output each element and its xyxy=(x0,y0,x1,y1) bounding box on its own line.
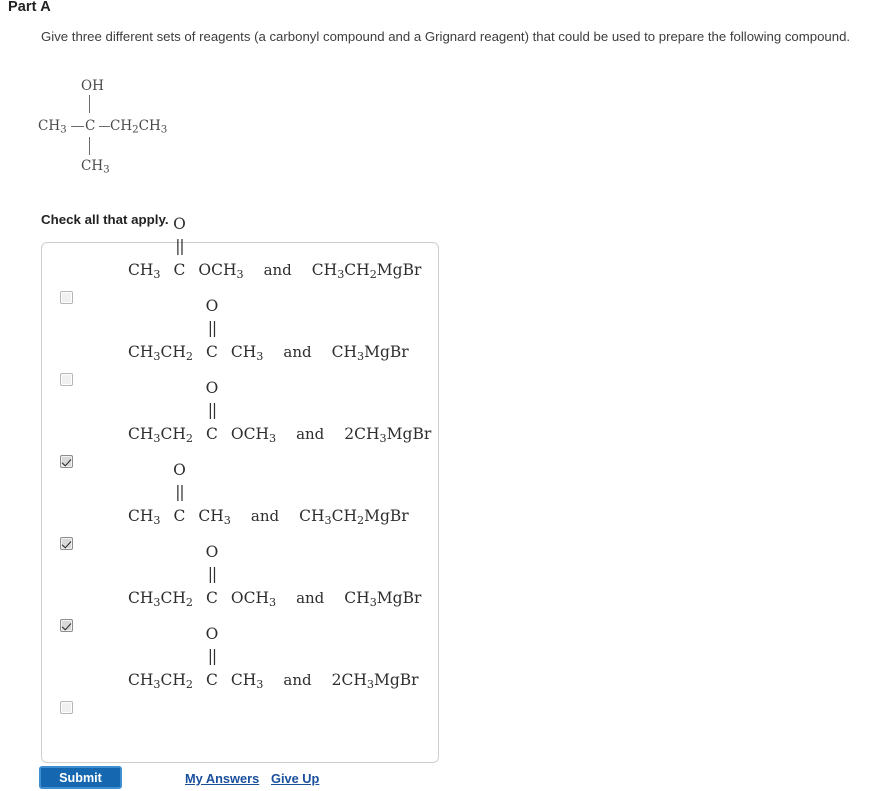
formula-left-group: CH3CH2 xyxy=(128,671,193,691)
formula-carbon: C xyxy=(173,261,186,279)
formula-conjunction: and xyxy=(283,343,312,361)
option-formula-3: CH3CH2 O || C OCH3 and 2CH3MgBr xyxy=(128,380,432,445)
formula-carbonyl: O || C xyxy=(173,216,186,279)
formula-left-group: CH3CH2 xyxy=(128,425,193,445)
formula-carbonyl: O || C xyxy=(206,544,219,607)
option-checkbox-1[interactable] xyxy=(60,291,73,304)
option-row[interactable]: CH3CH2 O || C OCH3 and CH3MgBr xyxy=(42,544,438,659)
formula-grignard: CH3MgBr xyxy=(331,343,409,363)
option-formula-4: CH3 O || C CH3 and CH3CH2MgBr xyxy=(128,462,409,527)
formula-grignard: 2CH3MgBr xyxy=(331,671,419,691)
question-prompt: Give three different sets of reagents (a… xyxy=(41,29,851,44)
formula-right-group: CH3 xyxy=(230,343,264,363)
formula-oxygen: O xyxy=(205,543,219,561)
formula-oxygen: O xyxy=(205,379,219,397)
check-all-label: Check all that apply. xyxy=(41,212,169,227)
option-formula-1: CH3 O || C OCH3 and CH3CH2MgBr xyxy=(128,216,422,281)
formula-grignard: CH3CH2MgBr xyxy=(311,261,422,281)
formula-grignard: 2CH3MgBr xyxy=(344,425,432,445)
formula-right-group: OCH3 xyxy=(198,261,244,281)
formula-carbon: C xyxy=(206,589,218,607)
formula-conjunction: and xyxy=(250,507,280,525)
formula-grignard: CH3MgBr xyxy=(344,589,422,609)
option-row[interactable]: CH3 O || C OCH3 and CH3CH2MgBr xyxy=(42,216,438,331)
structure-atom-hydroxyl: OH xyxy=(81,78,104,94)
formula-right-group: OCH3 xyxy=(230,589,277,609)
formula-oxygen: O xyxy=(173,461,186,479)
formula-conjunction: and xyxy=(296,589,325,607)
page-title: Part A xyxy=(8,0,51,15)
structure-bond-bottom xyxy=(89,137,90,155)
formula-double-bond: || xyxy=(207,319,218,337)
option-row[interactable]: CH3 O || C CH3 and CH3CH2MgBr xyxy=(42,462,438,577)
formula-double-bond: || xyxy=(207,565,218,583)
option-row[interactable]: CH3CH2 O || C CH3 and 2CH3MgBr xyxy=(42,626,438,741)
option-row[interactable]: CH3CH2 O || C OCH3 and 2CH3MgBr xyxy=(42,380,438,495)
structure-atom-center-carbon: C xyxy=(85,118,96,134)
option-checkbox-4[interactable] xyxy=(60,537,73,550)
my-answers-link[interactable]: My Answers xyxy=(185,771,259,786)
formula-oxygen: O xyxy=(205,297,219,315)
formula-right-group: OCH3 xyxy=(230,425,277,445)
formula-carbon: C xyxy=(206,671,218,689)
formula-left-group: CH3 xyxy=(128,507,161,527)
formula-oxygen: O xyxy=(205,625,219,643)
structure-atom-bottom-methyl: CH3 xyxy=(81,158,110,176)
option-checkbox-3[interactable] xyxy=(60,455,73,468)
formula-carbon: C xyxy=(206,343,218,361)
formula-double-bond: || xyxy=(207,401,218,419)
formula-carbonyl: O || C xyxy=(173,462,186,525)
formula-conjunction: and xyxy=(296,425,325,443)
formula-carbonyl: O || C xyxy=(206,298,219,361)
option-checkbox-2[interactable] xyxy=(60,373,73,386)
option-checkbox-6[interactable] xyxy=(60,701,73,714)
formula-double-bond: || xyxy=(175,237,185,255)
formula-carbon: C xyxy=(206,425,218,443)
formula-left-group: CH3CH2 xyxy=(128,589,193,609)
formula-oxygen: O xyxy=(173,215,186,233)
answer-options-box: CH3 O || C OCH3 and CH3CH2MgBr CH3CH2 O || C CH3 an… xyxy=(41,216,439,763)
option-formula-5: CH3CH2 O || C OCH3 and CH3MgBr xyxy=(128,544,422,609)
formula-conjunction: and xyxy=(283,671,312,689)
formula-right-group: CH3 xyxy=(198,507,231,527)
formula-carbonyl: O || C xyxy=(206,626,219,689)
formula-carbon: C xyxy=(173,507,186,525)
submit-button[interactable]: Submit xyxy=(39,766,122,789)
formula-right-group: CH3 xyxy=(230,671,264,691)
compound-structure-diagram: OH CH3 C CH2CH3 CH3 xyxy=(38,78,238,183)
give-up-link[interactable]: Give Up xyxy=(271,771,319,786)
structure-bond-right xyxy=(99,126,110,127)
formula-double-bond: || xyxy=(175,483,185,501)
option-checkbox-5[interactable] xyxy=(60,619,73,632)
formula-grignard: CH3CH2MgBr xyxy=(299,507,409,527)
structure-bond-top xyxy=(89,95,90,113)
option-row[interactable]: CH3CH2 O || C CH3 and CH3MgBr xyxy=(42,298,438,413)
structure-atom-left-methyl: CH3 xyxy=(38,118,67,136)
formula-left-group: CH3CH2 xyxy=(128,343,193,363)
option-formula-2: CH3CH2 O || C CH3 and CH3MgBr xyxy=(128,298,409,363)
option-formula-6: CH3CH2 O || C CH3 and 2CH3MgBr xyxy=(128,626,419,691)
formula-conjunction: and xyxy=(263,261,292,279)
structure-atom-right-ethyl: CH2CH3 xyxy=(110,118,168,136)
formula-double-bond: || xyxy=(207,647,218,665)
structure-bond-left xyxy=(71,126,84,127)
formula-carbonyl: O || C xyxy=(206,380,219,443)
formula-left-group: CH3 xyxy=(128,261,161,281)
